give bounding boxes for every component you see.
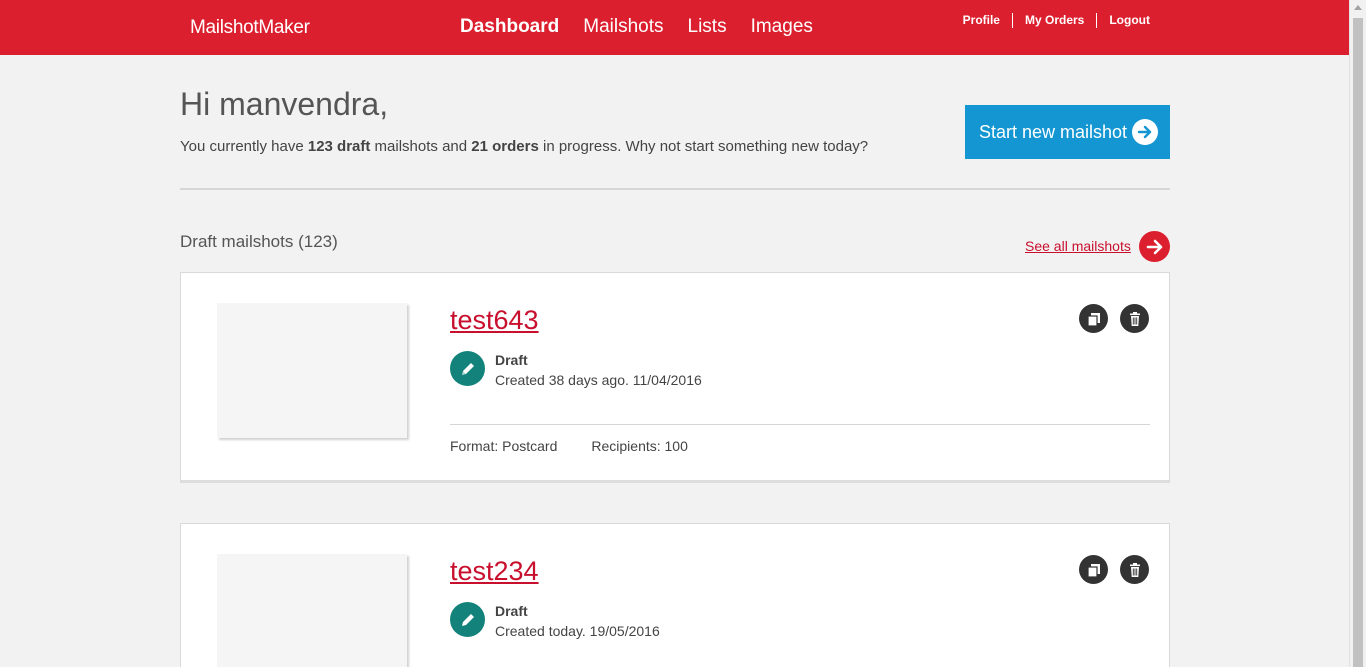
main-nav: Dashboard Mailshots Lists Images xyxy=(460,16,837,38)
copy-icon[interactable] xyxy=(1079,555,1108,584)
recipients-text: Recipients: 100 xyxy=(591,438,688,454)
greeting-heading: Hi manvendra, xyxy=(180,86,389,122)
status-label: Draft xyxy=(495,352,528,368)
mailshot-card: test643 Draft Created 38 days ago. 11/04… xyxy=(180,272,1170,483)
top-navigation-bar: MailshotMaker Dashboard Mailshots Lists … xyxy=(0,0,1349,55)
arrow-right-icon[interactable] xyxy=(1139,231,1170,262)
logout-link[interactable]: Logout xyxy=(1096,13,1150,28)
logo[interactable]: MailshotMaker xyxy=(190,17,310,39)
draft-count: 123 draft xyxy=(307,138,371,155)
section-divider xyxy=(180,188,1170,190)
nav-images[interactable]: Images xyxy=(751,16,813,38)
summary-suffix: in progress. Why not start something new… xyxy=(538,138,869,155)
format-text: Format: Postcard xyxy=(450,438,558,454)
card-divider xyxy=(450,424,1150,425)
summary-prefix: You currently have xyxy=(180,138,308,155)
user-nav: Profile My Orders Logout xyxy=(963,13,1150,28)
my-orders-link[interactable]: My Orders xyxy=(1011,13,1096,28)
mailshot-thumbnail[interactable] xyxy=(217,303,407,438)
mailshot-title-link[interactable]: test643 xyxy=(450,305,539,336)
summary-text: You currently have 123 draft mailshots a… xyxy=(180,138,868,155)
vertical-scrollbar[interactable] xyxy=(1349,0,1366,667)
start-new-mailshot-label: Start new mailshot xyxy=(979,121,1128,142)
created-date: Created today. 19/05/2016 xyxy=(495,623,660,639)
scrollbar-thumb[interactable] xyxy=(1353,18,1363,667)
mailshot-card: test234 Draft Created today. 19/05/2016 xyxy=(180,523,1170,667)
draft-section-title: Draft mailshots (123) xyxy=(180,232,338,251)
summary-middle: mailshots and xyxy=(370,138,472,155)
pencil-icon xyxy=(450,602,485,637)
status-label: Draft xyxy=(495,603,528,619)
profile-link[interactable]: Profile xyxy=(963,13,1012,28)
nav-lists[interactable]: Lists xyxy=(688,16,727,38)
mailshot-meta: Format: Postcard Recipients: 100 xyxy=(450,438,688,454)
nav-mailshots[interactable]: Mailshots xyxy=(583,16,663,38)
arrow-right-icon xyxy=(1132,119,1158,145)
mailshot-title-link[interactable]: test234 xyxy=(450,556,539,587)
mailshot-thumbnail[interactable] xyxy=(217,554,407,667)
created-date: Created 38 days ago. 11/04/2016 xyxy=(495,372,702,388)
scroll-up-arrow-icon[interactable] xyxy=(1354,5,1362,10)
copy-icon[interactable] xyxy=(1079,304,1108,333)
trash-icon[interactable] xyxy=(1120,555,1149,584)
start-new-mailshot-button[interactable]: Start new mailshot xyxy=(965,105,1170,159)
nav-dashboard[interactable]: Dashboard xyxy=(460,16,559,38)
trash-icon[interactable] xyxy=(1120,304,1149,333)
order-count: 21 orders xyxy=(471,138,539,155)
pencil-icon xyxy=(450,351,485,386)
see-all-mailshots-link[interactable]: See all mailshots xyxy=(1025,238,1131,254)
